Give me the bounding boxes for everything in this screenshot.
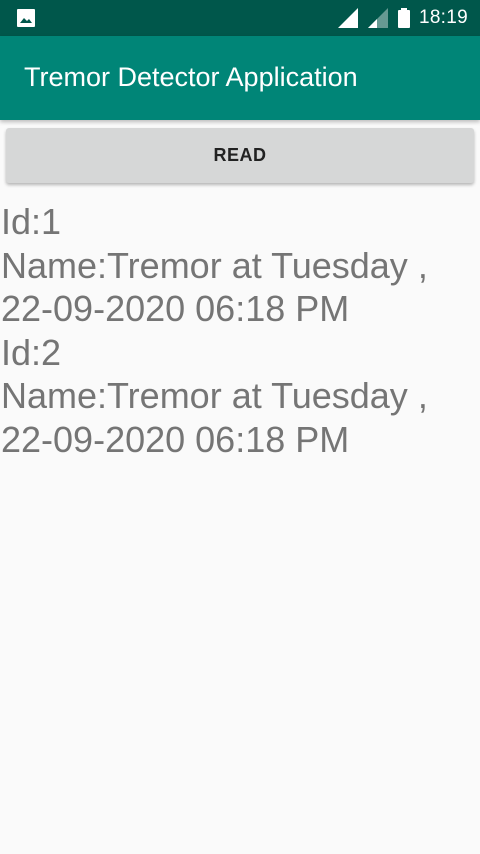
signal-weak-icon xyxy=(367,8,388,28)
app-bar: Tremor Detector Application xyxy=(0,36,480,120)
battery-icon xyxy=(397,8,410,28)
record-id: Id:2 xyxy=(1,331,62,373)
app-title: Tremor Detector Application xyxy=(24,62,358,92)
record-name: Name:Tremor at Tuesday , xyxy=(1,375,428,416)
signal-icon xyxy=(337,8,358,28)
record-datetime: 22-09-2020 06:18 PM xyxy=(1,418,350,460)
record-name: Name:Tremor at Tuesday , xyxy=(1,244,428,286)
read-button[interactable]: READ xyxy=(6,128,474,183)
records-list: Id:1 Name:Tremor at Tuesday , 22-09-2020… xyxy=(1,200,479,461)
record-datetime: 22-09-2020 06:18 PM xyxy=(1,288,350,329)
status-time: 18:19 xyxy=(418,7,468,28)
record-id: Id:1 xyxy=(1,201,62,242)
status-bar: 18:19 xyxy=(0,0,480,36)
image-notification-icon xyxy=(17,9,35,27)
